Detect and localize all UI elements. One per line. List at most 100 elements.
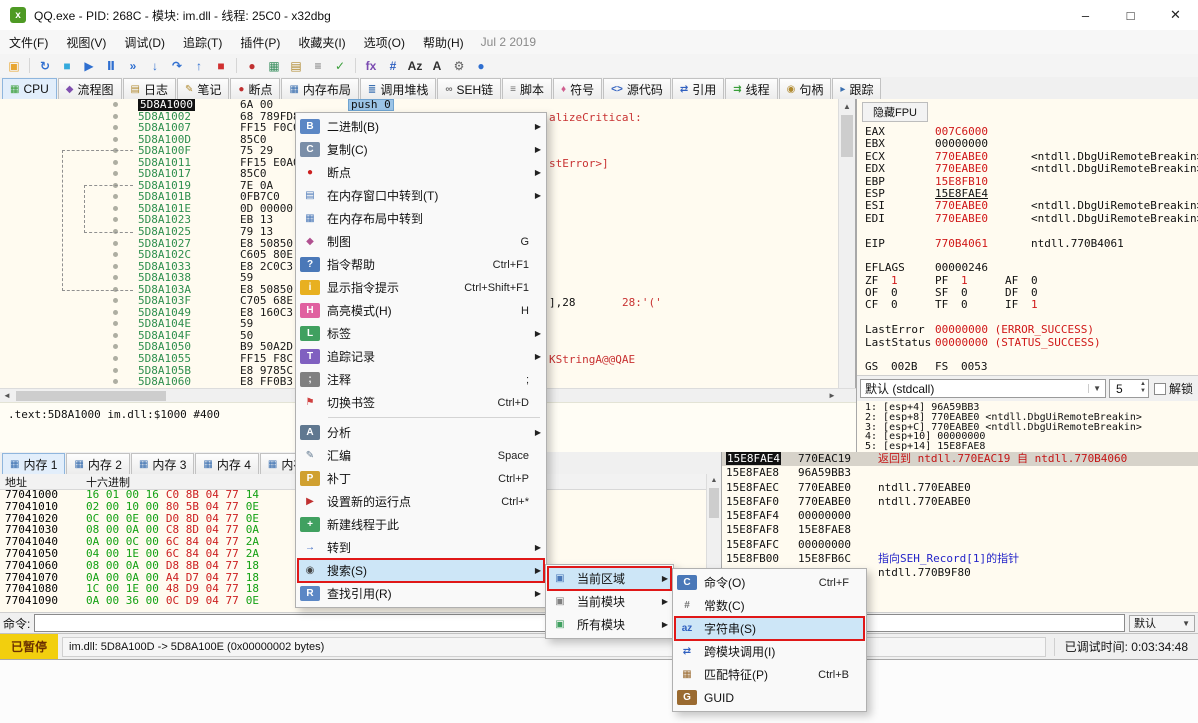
menu-item[interactable]: L标签▶ <box>298 322 544 345</box>
menubar-item[interactable]: 调试(D) <box>115 31 174 54</box>
run-icon[interactable]: ▶ <box>79 56 99 75</box>
breakpoints-icon[interactable]: ● <box>242 56 262 75</box>
breakpoint-dot[interactable] <box>113 321 118 326</box>
log-icon[interactable]: ▤ <box>286 56 306 75</box>
number-icon[interactable]: # <box>383 56 403 75</box>
hide-fpu-button[interactable]: 隐藏FPU <box>862 102 928 122</box>
open-file-icon[interactable]: ▣ <box>4 56 24 75</box>
tab-item[interactable]: ∞SEH链 <box>437 78 501 99</box>
stack-row[interactable]: 15E8FB0015E8FB6C指向SEH_Record[1]的指针 <box>722 552 1198 566</box>
menu-item[interactable]: ▣当前模块▶ <box>548 590 671 613</box>
dump-tab-item[interactable]: ▦内存 2 <box>66 453 129 474</box>
settings-icon[interactable]: ⚙ <box>449 56 469 75</box>
tab-item[interactable]: ▦内存布局 <box>281 78 358 99</box>
stack-row[interactable]: 15E8FAE896A59BB3 <box>722 466 1198 480</box>
menu-item[interactable]: az字符串(S) <box>675 617 864 640</box>
menu-item[interactable]: ▣所有模块▶ <box>548 613 671 636</box>
menu-item[interactable]: ◆制图G <box>298 230 544 253</box>
menu-item[interactable]: ⇄跨模块调用(I) <box>675 640 864 663</box>
fx-icon[interactable]: fx <box>361 56 381 75</box>
help-chat-icon[interactable]: ● <box>471 56 491 75</box>
stack-row[interactable]: 15E8FAFC00000000 <box>722 538 1198 552</box>
tab-item[interactable]: ⇄引用 <box>672 78 724 99</box>
flags-row[interactable]: CF0TF0IF1 <box>865 299 1196 311</box>
dump-tab-item[interactable]: ▦内存 4 <box>195 453 258 474</box>
font-icon[interactable]: A <box>427 56 447 75</box>
stop-debug-icon[interactable]: ■ <box>211 56 231 75</box>
register-row[interactable]: EBP15E8FB10 <box>865 176 1196 188</box>
step-out-icon[interactable]: ↑ <box>189 56 209 75</box>
script-icon[interactable]: ≡ <box>308 56 328 75</box>
menu-item[interactable]: #常数(C) <box>675 594 864 617</box>
menu-item[interactable]: H高亮模式(H)H <box>298 299 544 322</box>
close-button[interactable]: ✕ <box>1153 0 1198 30</box>
breakpoint-dot[interactable] <box>113 356 118 361</box>
tab-item[interactable]: ▤日志 <box>123 78 176 99</box>
run-to-user-icon[interactable]: » <box>123 56 143 75</box>
tab-item[interactable]: ⇉线程 <box>725 78 777 99</box>
dump-tab-item[interactable]: ▦内存 3 <box>131 453 194 474</box>
unlock-checkbox[interactable] <box>1154 383 1166 395</box>
tab-item[interactable]: ◆流程图 <box>58 78 122 99</box>
register-row[interactable]: EIP770B4061ntdll.770B4061 <box>865 238 1196 250</box>
menu-item[interactable]: ;注释; <box>298 368 544 391</box>
menu-item[interactable]: A分析▶ <box>298 421 544 444</box>
tab-item[interactable]: ◉句柄 <box>779 78 832 99</box>
menu-item[interactable]: ▶设置新的运行点Ctrl+* <box>298 490 544 513</box>
stack-row[interactable]: 15E8FAE4770EAC19返回到 ntdll.770EAC19 自 ntd… <box>722 452 1198 466</box>
tab-item[interactable]: ▦CPU <box>2 78 57 99</box>
menu-item[interactable]: T追踪记录▶ <box>298 345 544 368</box>
stack-row[interactable]: 15E8FAF400000000 <box>722 509 1198 523</box>
breakpoint-dot[interactable] <box>113 344 118 349</box>
menubar-item[interactable]: 追踪(T) <box>174 31 231 54</box>
memory-map-icon[interactable]: ▦ <box>264 56 284 75</box>
menu-item[interactable]: B二进制(B)▶ <box>298 115 544 138</box>
breakpoint-dot[interactable] <box>113 114 118 119</box>
menu-item[interactable]: ?指令帮助Ctrl+F1 <box>298 253 544 276</box>
disasm-row[interactable]: 5D8A10006A 00push 0 <box>0 99 839 111</box>
register-row[interactable]: LastStatus00000000 (STATUS_SUCCESS) <box>865 337 1196 349</box>
menu-item[interactable]: C复制(C)▶ <box>298 138 544 161</box>
menubar-item[interactable]: 文件(F) <box>0 31 57 54</box>
tab-item[interactable]: <>源代码 <box>603 78 671 99</box>
menu-item[interactable]: ✎汇编Space <box>298 444 544 467</box>
register-row[interactable]: EDI770EABE0<ntdll.DbgUiRemoteBreakin> <box>865 213 1196 225</box>
pause-icon[interactable]: Ⅱ <box>101 56 121 75</box>
menubar-item[interactable]: 收藏夹(I) <box>289 31 354 54</box>
scroll-up-icon[interactable]: ▲ <box>839 99 855 114</box>
tab-item[interactable]: ♦符号 <box>553 78 602 99</box>
register-row[interactable]: LastError00000000 (ERROR_SUCCESS) <box>865 324 1196 336</box>
menu-item[interactable]: i显示指令提示Ctrl+Shift+F1 <box>298 276 544 299</box>
scroll-thumb[interactable] <box>841 115 853 157</box>
argument-row[interactable]: 5: [esp+14] 15E8FAE8 <box>865 442 1196 452</box>
minimize-button[interactable]: – <box>1063 0 1108 30</box>
calling-convention-select[interactable]: 默认 (stdcall) ▼ <box>860 379 1106 398</box>
maximize-button[interactable]: □ <box>1108 0 1153 30</box>
stack-row[interactable]: 15E8FAEC770EABE0ntdll.770EABE0 <box>722 481 1198 495</box>
menu-item[interactable]: ⚑切换书签Ctrl+D <box>298 391 544 414</box>
menubar-item[interactable]: 插件(P) <box>231 31 289 54</box>
scroll-up-icon[interactable]: ▲ <box>707 474 721 487</box>
stepper-arrows-icon[interactable]: ▲▼ <box>1140 381 1146 395</box>
argument-depth-stepper[interactable]: 5 ▲▼ <box>1109 379 1149 398</box>
tab-item[interactable]: ✎笔记 <box>177 78 229 99</box>
menu-item[interactable]: C命令(O)Ctrl+F <box>675 571 864 594</box>
menu-item[interactable]: ▦在内存布局中转到 <box>298 207 544 230</box>
breakpoint-dot[interactable] <box>113 333 118 338</box>
check-icon[interactable]: ✓ <box>330 56 350 75</box>
menu-item[interactable]: +新建线程于此 <box>298 513 544 536</box>
register-row[interactable]: EDX770EABE0<ntdll.DbgUiRemoteBreakin> <box>865 163 1196 175</box>
scroll-left-icon[interactable]: ◄ <box>0 389 14 402</box>
breakpoint-dot[interactable] <box>113 368 118 373</box>
menu-item[interactable]: ▦匹配特征(P)Ctrl+B <box>675 663 864 686</box>
menu-item[interactable]: ▤在内存窗口中转到(T)▶ <box>298 184 544 207</box>
breakpoint-dot[interactable] <box>113 298 118 303</box>
stack-row[interactable]: 15E8FAF0770EABE0ntdll.770EABE0 <box>722 495 1198 509</box>
menu-item[interactable]: →转到▶ <box>298 536 544 559</box>
breakpoint-dot[interactable] <box>113 379 118 384</box>
chevron-down-icon[interactable]: ▼ <box>1088 384 1101 393</box>
menu-item[interactable]: ▣当前区域▶ <box>548 567 671 590</box>
restart-icon[interactable]: ↻ <box>35 56 55 75</box>
register-row[interactable]: EFLAGS00000246 <box>865 262 1196 274</box>
scroll-thumb[interactable] <box>16 391 166 401</box>
